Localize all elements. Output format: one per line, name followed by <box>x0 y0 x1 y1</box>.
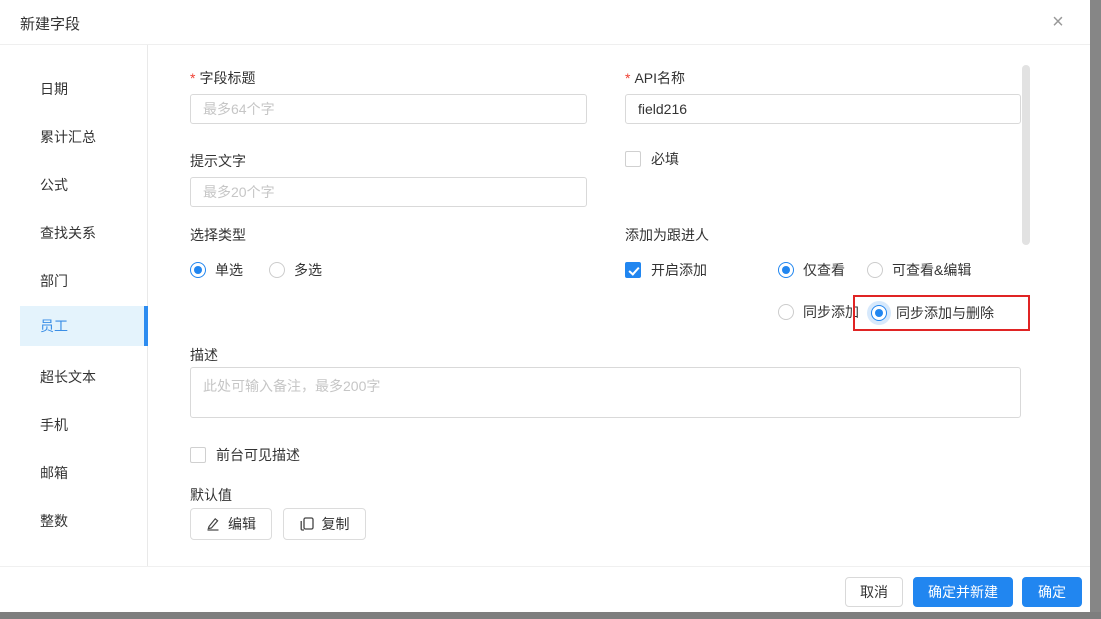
radio-selected-icon[interactable] <box>871 305 887 321</box>
radio-unselected-icon[interactable] <box>778 304 794 320</box>
front-visible-checkbox[interactable]: 前台可见描述 <box>190 445 300 465</box>
cancel-button[interactable]: 取消 <box>845 577 903 607</box>
select-type-radio-group: 单选 多选 <box>190 260 322 280</box>
window-edge-bottom <box>0 612 1101 619</box>
radio-sync-add-delete[interactable]: 同步添加与删除 <box>871 303 994 323</box>
required-checkbox-label: 必填 <box>651 149 679 169</box>
radio-unselected-icon[interactable] <box>269 262 285 278</box>
description-textarea[interactable] <box>190 367 1021 418</box>
sidebar-item-formula[interactable]: 公式 <box>0 161 148 209</box>
sidebar-item-longtext[interactable]: 超长文本 <box>0 353 148 401</box>
follower-permission-radio-group: 仅查看 可查看&编辑 <box>778 260 971 280</box>
dialog-title: 新建字段 <box>20 13 80 34</box>
description-label: 描述 <box>190 345 218 365</box>
dialog-header: 新建字段 × <box>0 0 1090 45</box>
highlight-annotation-box: 同步添加与删除 <box>853 295 1030 331</box>
copy-button[interactable]: 复制 <box>283 508 366 540</box>
field-title-label: *字段标题 <box>190 68 255 88</box>
radio-view-only[interactable]: 仅查看 <box>778 260 845 280</box>
add-follower-label: 添加为跟进人 <box>625 225 709 245</box>
radio-sync-add[interactable]: 同步添加 <box>778 302 859 322</box>
radio-multi-select[interactable]: 多选 <box>269 260 322 280</box>
radio-view-and-edit[interactable]: 可查看&编辑 <box>867 260 971 280</box>
checkbox-checked-icon[interactable] <box>625 262 641 278</box>
api-name-label: *API名称 <box>625 68 685 88</box>
required-checkbox[interactable]: 必填 <box>625 149 679 169</box>
scrollbar-thumb[interactable] <box>1022 65 1030 245</box>
sidebar-item-integer[interactable]: 整数 <box>0 497 148 545</box>
sidebar-item-lookup[interactable]: 查找关系 <box>0 209 148 257</box>
sidebar-item-rollup[interactable]: 累计汇总 <box>0 113 148 161</box>
confirm-button[interactable]: 确定 <box>1022 577 1082 607</box>
follower-sync-radio-group: 同步添加 <box>778 302 859 322</box>
default-value-label: 默认值 <box>190 485 232 505</box>
checkbox-unchecked-icon[interactable] <box>190 447 206 463</box>
copy-icon <box>300 517 314 531</box>
footer-divider <box>0 566 1090 567</box>
confirm-and-new-button[interactable]: 确定并新建 <box>913 577 1013 607</box>
front-visible-label: 前台可见描述 <box>216 445 300 465</box>
required-asterisk: * <box>190 70 195 86</box>
radio-selected-icon[interactable] <box>190 262 206 278</box>
enable-add-label: 开启添加 <box>651 260 707 280</box>
hint-text-label: 提示文字 <box>190 151 246 171</box>
dialog: 新建字段 × 日期 累计汇总 公式 查找关系 部门 员工 超长文本 手机 邮箱 … <box>0 0 1090 612</box>
radio-selected-icon[interactable] <box>778 262 794 278</box>
edit-button[interactable]: 编辑 <box>190 508 272 540</box>
sidebar-item-mobile[interactable]: 手机 <box>0 401 148 449</box>
radio-single-select[interactable]: 单选 <box>190 260 243 280</box>
enable-add-checkbox[interactable]: 开启添加 <box>625 260 707 280</box>
field-title-input[interactable] <box>190 94 587 124</box>
window-edge-right <box>1090 0 1101 619</box>
sidebar-item-date[interactable]: 日期 <box>0 65 148 113</box>
required-asterisk: * <box>625 70 630 86</box>
sidebar-item-employee[interactable]: 员工 <box>20 306 148 346</box>
hint-text-input[interactable] <box>190 177 587 207</box>
select-type-label: 选择类型 <box>190 225 246 245</box>
field-type-sidebar: 日期 累计汇总 公式 查找关系 部门 员工 超长文本 手机 邮箱 整数 <box>0 45 148 566</box>
close-icon[interactable]: × <box>1046 10 1070 34</box>
checkbox-unchecked-icon[interactable] <box>625 151 641 167</box>
new-field-modal: 新建字段 × 日期 累计汇总 公式 查找关系 部门 员工 超长文本 手机 邮箱 … <box>0 0 1101 619</box>
sidebar-item-department[interactable]: 部门 <box>0 257 148 305</box>
radio-unselected-icon[interactable] <box>867 262 883 278</box>
sidebar-item-email[interactable]: 邮箱 <box>0 449 148 497</box>
api-name-input[interactable] <box>625 94 1021 124</box>
pencil-icon <box>206 517 220 531</box>
